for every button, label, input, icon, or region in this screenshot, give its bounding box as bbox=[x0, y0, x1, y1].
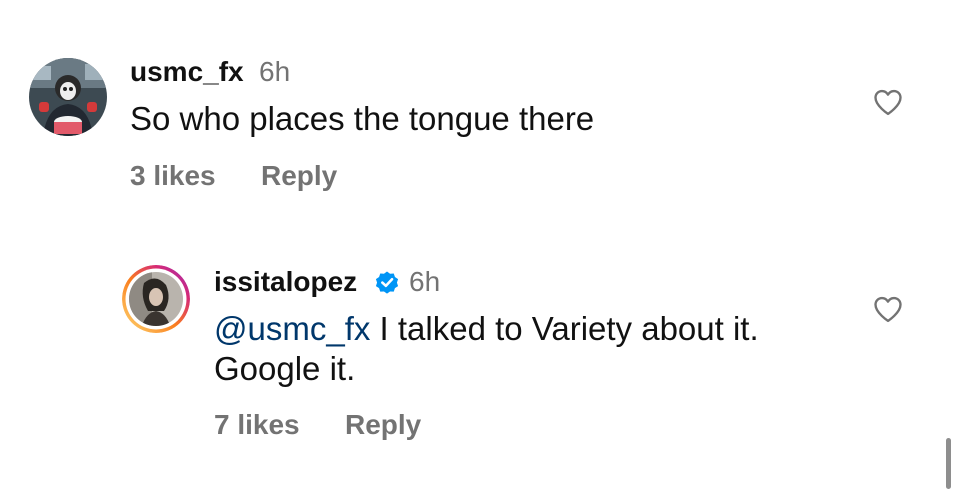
heart-outline-icon[interactable] bbox=[873, 88, 903, 116]
commenter-avatar[interactable] bbox=[122, 265, 190, 333]
reply-button[interactable]: Reply bbox=[345, 409, 421, 441]
commenter-avatar[interactable] bbox=[29, 58, 107, 136]
verified-badge-icon bbox=[375, 271, 399, 294]
comments-page: usmc_fx 6h So who places the tongue ther… bbox=[0, 0, 960, 489]
scrollbar[interactable] bbox=[946, 438, 951, 489]
reply-button[interactable]: Reply bbox=[261, 160, 337, 192]
comment-timestamp: 6h bbox=[409, 266, 441, 297]
heart-outline-icon[interactable] bbox=[873, 295, 903, 323]
comment-username[interactable]: usmc_fx bbox=[130, 56, 244, 88]
comment-username[interactable]: issitalopez bbox=[214, 266, 357, 298]
comment-text: @usmc_fx I talked to Variety about it. G… bbox=[214, 309, 829, 389]
mention-link[interactable]: @usmc_fx bbox=[214, 310, 370, 347]
comment-timestamp: 6h bbox=[259, 56, 291, 87]
likes-count[interactable]: 3 likes bbox=[130, 160, 216, 192]
likes-count[interactable]: 7 likes bbox=[214, 409, 300, 441]
comment-text: So who places the tongue there bbox=[130, 100, 595, 137]
